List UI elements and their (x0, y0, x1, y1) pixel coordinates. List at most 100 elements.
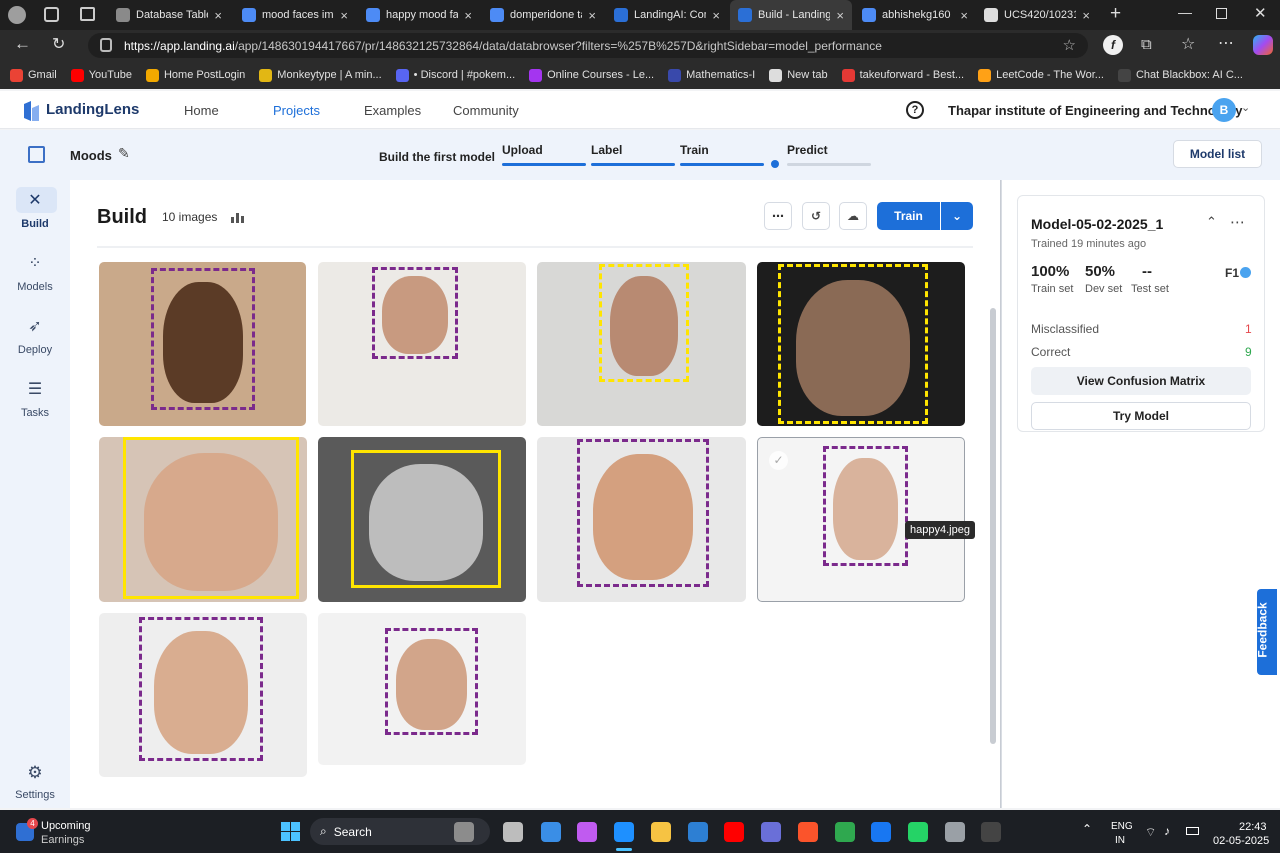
app-logo-text[interactable]: LandingLens (46, 101, 139, 118)
tab-close-icon[interactable]: × (340, 8, 348, 23)
browser-tab[interactable]: happy mood fac × (358, 0, 480, 30)
label-bounding-box[interactable] (372, 267, 458, 359)
refresh-icon[interactable]: ↻ (52, 34, 65, 54)
step-train[interactable]: Train (680, 143, 709, 157)
clock-date[interactable]: 02-05-2025 (1213, 835, 1269, 847)
greenshot-icon[interactable] (835, 822, 855, 842)
correct-count[interactable]: 9 (1245, 345, 1252, 359)
collapse-chevron-icon[interactable]: ⌃ (1206, 214, 1217, 230)
nav-home[interactable]: Home (184, 103, 219, 118)
step-predict[interactable]: Predict (787, 143, 828, 157)
more-options-button[interactable]: ⋯ (764, 202, 792, 230)
label-bounding-box[interactable] (123, 437, 299, 599)
teams-icon[interactable] (761, 822, 781, 842)
bookmark-item[interactable]: Mathematics-I (668, 68, 755, 82)
tab-close-icon[interactable]: × (214, 8, 222, 23)
image-thumbnail[interactable] (757, 262, 965, 426)
lang-secondary[interactable]: IN (1115, 835, 1125, 846)
start-button[interactable] (281, 822, 300, 841)
label-bounding-box[interactable] (823, 446, 908, 566)
rail-build[interactable]: ✕ Build (0, 190, 70, 230)
tab-close-icon[interactable]: × (588, 8, 596, 23)
label-bounding-box[interactable] (351, 450, 501, 588)
misclassified-count[interactable]: 1 (1245, 322, 1252, 336)
explorer-icon[interactable] (651, 822, 671, 842)
browser-tab[interactable]: Database Table F × (108, 0, 230, 30)
rail-deploy[interactable]: ➶ Deploy (0, 316, 70, 356)
brave-icon[interactable] (798, 822, 818, 842)
browser-tab[interactable]: mood faces imag × (234, 0, 356, 30)
label-bounding-box[interactable] (599, 264, 689, 382)
scrollbar[interactable] (990, 308, 996, 744)
volume-icon[interactable]: ♪ (1164, 824, 1170, 838)
whatsapp-icon[interactable] (908, 822, 928, 842)
label-bounding-box[interactable] (139, 617, 263, 761)
view-confusion-matrix-button[interactable]: View Confusion Matrix (1031, 367, 1251, 395)
bookmark-item[interactable]: Online Courses - Le... (529, 68, 654, 82)
back-icon[interactable]: ← (14, 34, 31, 54)
nav-projects[interactable]: Projects (273, 103, 320, 118)
new-tab-button[interactable]: + (1110, 3, 1121, 25)
feedback-tab[interactable]: Feedback (1256, 589, 1277, 675)
minimize-button[interactable]: — (1178, 4, 1192, 20)
label-bounding-box[interactable] (385, 628, 478, 735)
nav-examples[interactable]: Examples (364, 103, 421, 118)
widget-title[interactable]: Upcoming (41, 820, 91, 832)
wifi-icon[interactable]: ⌔ (1145, 825, 1156, 840)
edit-pencil-icon[interactable]: ✎ (118, 145, 130, 162)
battery-icon[interactable] (1186, 827, 1199, 835)
org-name[interactable]: Thapar institute of Engineering and Tech… (948, 103, 1242, 118)
select-checkbox-icon[interactable]: ✓ (769, 451, 788, 470)
settings-app-icon[interactable] (945, 822, 965, 842)
image-thumbnail[interactable] (99, 613, 307, 777)
site-info-icon[interactable] (100, 38, 112, 52)
image-thumbnail[interactable] (99, 437, 307, 602)
cloud-upload-icon[interactable]: ☁ (839, 202, 867, 230)
step-label[interactable]: Label (591, 143, 622, 157)
tab-close-icon[interactable]: × (836, 8, 844, 23)
metric-label[interactable]: F1 (1225, 266, 1239, 280)
clock-time[interactable]: 22:43 (1239, 821, 1267, 833)
favorites-icon[interactable]: ☆ (1181, 34, 1195, 54)
correct-label[interactable]: Correct (1031, 345, 1070, 359)
bar-chart-icon[interactable] (231, 210, 244, 223)
bookmark-item[interactable]: LeetCode - The Wor... (978, 68, 1104, 82)
rail-models[interactable]: ⁘ Models (0, 253, 70, 293)
favorite-star-icon[interactable]: ☆ (1063, 36, 1076, 54)
label-bounding-box[interactable] (577, 439, 709, 587)
bookmark-item[interactable]: Chat Blackbox: AI C... (1117, 68, 1243, 82)
browser-tab[interactable]: domperidone tal × (482, 0, 604, 30)
bookmark-item[interactable]: takeuforward - Best... (841, 68, 964, 82)
tab-close-icon[interactable]: × (712, 8, 720, 23)
step-upload[interactable]: Upload (502, 143, 543, 157)
more-menu-icon[interactable]: ⋯ (1218, 33, 1234, 53)
browser-tab[interactable]: LandingAI: Com × (606, 0, 728, 30)
browser-tab[interactable]: UCS420/102316 × (976, 0, 1098, 30)
store-icon[interactable] (688, 822, 708, 842)
files-icon[interactable] (454, 822, 474, 842)
train-button[interactable]: Train (877, 202, 940, 230)
close-window-button[interactable]: ✕ (1254, 4, 1267, 22)
label-bounding-box[interactable] (778, 264, 928, 424)
widget-subtitle[interactable]: Earnings (41, 834, 84, 846)
nav-community[interactable]: Community (453, 103, 519, 118)
workspaces-icon[interactable] (44, 7, 59, 22)
rail-tasks[interactable]: ☰ Tasks (0, 379, 70, 419)
edge-icon[interactable] (614, 822, 634, 842)
tab-close-icon[interactable]: × (1082, 8, 1090, 23)
model-name[interactable]: Model-05-02-2025_1 (1031, 216, 1163, 232)
history-icon[interactable]: ↺ (802, 202, 830, 230)
model-more-icon[interactable]: ⋯ (1230, 213, 1245, 231)
project-name[interactable]: Moods (70, 148, 112, 163)
rail-settings[interactable]: ⚙ Settings (0, 763, 70, 801)
user-avatar[interactable]: B (1212, 98, 1236, 122)
maximize-button[interactable] (1216, 8, 1227, 19)
terminal-icon[interactable] (503, 822, 523, 842)
youtube-icon[interactable] (724, 822, 744, 842)
help-icon[interactable]: ? (906, 101, 924, 119)
browser-tab[interactable]: Build - LandingA × (730, 0, 852, 30)
browser-tab[interactable]: abhishekg160 - × (854, 0, 976, 30)
bookmark-item[interactable]: Home PostLogin (145, 68, 245, 82)
image-thumbnail[interactable] (318, 613, 526, 765)
info-icon[interactable] (1240, 267, 1251, 278)
